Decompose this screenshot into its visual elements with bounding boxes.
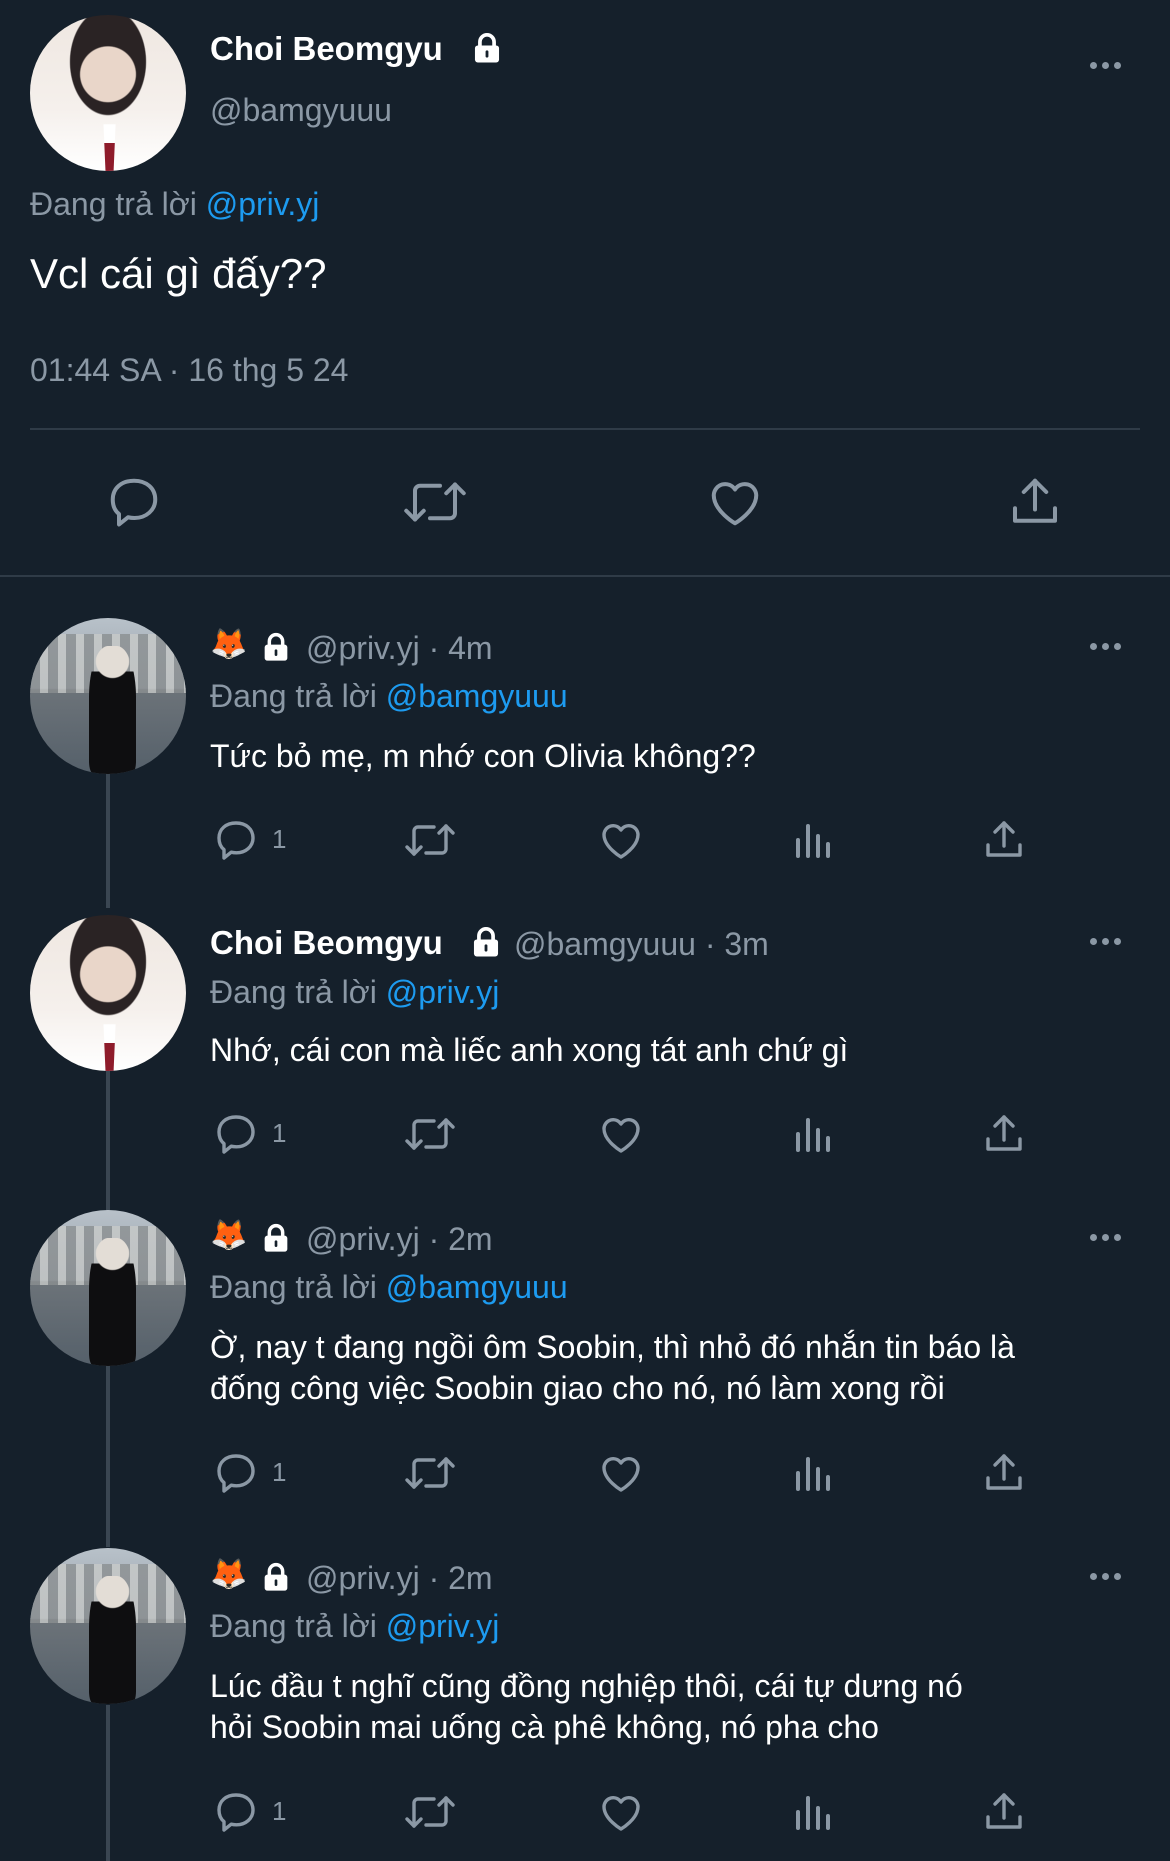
- handle[interactable]: @priv.yj: [306, 630, 420, 666]
- reply-to-link[interactable]: @priv.yj: [206, 186, 320, 222]
- display-name[interactable]: Choi Beomgyu: [210, 924, 443, 962]
- reply-prefix: Đang trả lời: [210, 1269, 377, 1305]
- avatar[interactable]: [30, 1210, 186, 1366]
- views-icon[interactable]: [788, 1788, 836, 1836]
- avatar[interactable]: [30, 1548, 186, 1704]
- reply-to-link[interactable]: @bamgyuuu: [386, 1269, 568, 1305]
- display-name[interactable]: 🦊: [210, 1221, 247, 1251]
- reply-context: Đang trả lời @priv.yj: [30, 186, 319, 223]
- retweet-icon[interactable]: [402, 1788, 458, 1836]
- reply-prefix: Đang trả lời: [210, 1608, 377, 1644]
- reply-count: 1: [272, 1457, 287, 1487]
- like-icon[interactable]: [704, 472, 766, 532]
- time[interactable]: · 2m: [429, 1560, 493, 1596]
- tweet-text-line: Lúc đầu t nghĩ cũng đồng nghiệp thôi, cá…: [210, 1668, 963, 1704]
- reply-to-link[interactable]: @bamgyuuu: [386, 678, 568, 714]
- reply-count: 1: [272, 824, 287, 854]
- share-icon[interactable]: [980, 1788, 1028, 1836]
- reply-icon[interactable]: [212, 1788, 260, 1836]
- views-icon[interactable]: [788, 1110, 836, 1158]
- views-icon[interactable]: [788, 816, 836, 864]
- views-icon[interactable]: [788, 1449, 836, 1497]
- reply-icon[interactable]: [212, 1110, 260, 1158]
- reply-icon[interactable]: [212, 1449, 260, 1497]
- handle[interactable]: @bamgyuuu: [210, 92, 392, 129]
- tweet-text-line: đống công việc Soobin giao cho nó, nó là…: [210, 1370, 945, 1406]
- thread-line: [106, 1705, 110, 1861]
- more-icon[interactable]: [1090, 643, 1121, 650]
- reply-prefix: Đang trả lời: [210, 974, 377, 1010]
- reply-count: 1: [272, 1118, 287, 1148]
- more-icon[interactable]: [1090, 1234, 1121, 1241]
- thread-line: [106, 1070, 110, 1212]
- avatar[interactable]: [30, 15, 186, 171]
- reply-context: Đang trả lời @priv.yj: [210, 974, 499, 1011]
- section-divider: [0, 575, 1170, 577]
- share-icon[interactable]: [980, 816, 1028, 864]
- time[interactable]: · 4m: [429, 630, 493, 666]
- reply-count: 1: [272, 1796, 287, 1826]
- reply-prefix: Đang trả lời: [30, 186, 197, 222]
- lock-icon: [264, 632, 288, 661]
- handle-time: @bamgyuuu · 3m: [514, 926, 769, 963]
- handle-time: @priv.yj · 2m: [306, 1221, 493, 1258]
- reply-icon[interactable]: [212, 816, 260, 864]
- display-name[interactable]: 🦊: [210, 1560, 247, 1590]
- reply-context: Đang trả lời @priv.yj: [210, 1608, 499, 1645]
- more-icon[interactable]: [1090, 62, 1121, 69]
- time[interactable]: · 2m: [429, 1221, 493, 1257]
- retweet-icon[interactable]: [402, 1449, 458, 1497]
- thread-line: [106, 1365, 110, 1547]
- share-icon[interactable]: [1005, 472, 1065, 532]
- divider: [30, 428, 1140, 430]
- retweet-icon[interactable]: [400, 472, 470, 532]
- tweet-text-line: Ờ, nay t đang ngồi ôm Soobin, thì nhỏ đó…: [210, 1329, 1015, 1365]
- tweet-text: Tức bỏ mẹ, m nhớ con Olivia không??: [210, 738, 756, 774]
- display-name[interactable]: Choi Beomgyu: [210, 30, 443, 68]
- thread-line: [106, 773, 110, 908]
- reply-to-link[interactable]: @priv.yj: [386, 974, 500, 1010]
- avatar[interactable]: [30, 618, 186, 774]
- share-icon[interactable]: [980, 1449, 1028, 1497]
- like-icon[interactable]: [596, 1110, 646, 1158]
- reply-icon[interactable]: [104, 472, 164, 532]
- retweet-icon[interactable]: [402, 816, 458, 864]
- tweet-text: Vcl cái gì đấy??: [30, 250, 327, 297]
- avatar[interactable]: [30, 915, 186, 1071]
- reply-context: Đang trả lời @bamgyuuu: [210, 678, 568, 715]
- lock-icon: [264, 1562, 288, 1591]
- handle[interactable]: @priv.yj: [306, 1560, 420, 1596]
- like-icon[interactable]: [596, 1788, 646, 1836]
- handle-time: @priv.yj · 2m: [306, 1560, 493, 1597]
- like-icon[interactable]: [596, 1449, 646, 1497]
- reply-context: Đang trả lời @bamgyuuu: [210, 1269, 568, 1306]
- display-name[interactable]: 🦊: [210, 630, 247, 660]
- like-icon[interactable]: [596, 816, 646, 864]
- handle[interactable]: @bamgyuuu: [514, 926, 696, 962]
- tweet-text-line: hỏi Soobin mai uống cà phê không, nó pha…: [210, 1709, 879, 1745]
- lock-icon: [264, 1223, 288, 1252]
- lock-icon: [473, 927, 499, 957]
- tweet-text: Nhớ, cái con mà liếc anh xong tát anh ch…: [210, 1032, 849, 1068]
- reply-to-link[interactable]: @priv.yj: [386, 1608, 500, 1644]
- handle-time: @priv.yj · 4m: [306, 630, 493, 667]
- handle[interactable]: @priv.yj: [306, 1221, 420, 1257]
- tweet-timestamp[interactable]: 01:44 SA · 16 thg 5 24: [30, 352, 348, 389]
- reply-prefix: Đang trả lời: [210, 678, 377, 714]
- more-icon[interactable]: [1090, 938, 1121, 945]
- retweet-icon[interactable]: [402, 1110, 458, 1158]
- share-icon[interactable]: [980, 1110, 1028, 1158]
- more-icon[interactable]: [1090, 1573, 1121, 1580]
- lock-icon: [474, 33, 500, 63]
- time[interactable]: · 3m: [705, 926, 769, 962]
